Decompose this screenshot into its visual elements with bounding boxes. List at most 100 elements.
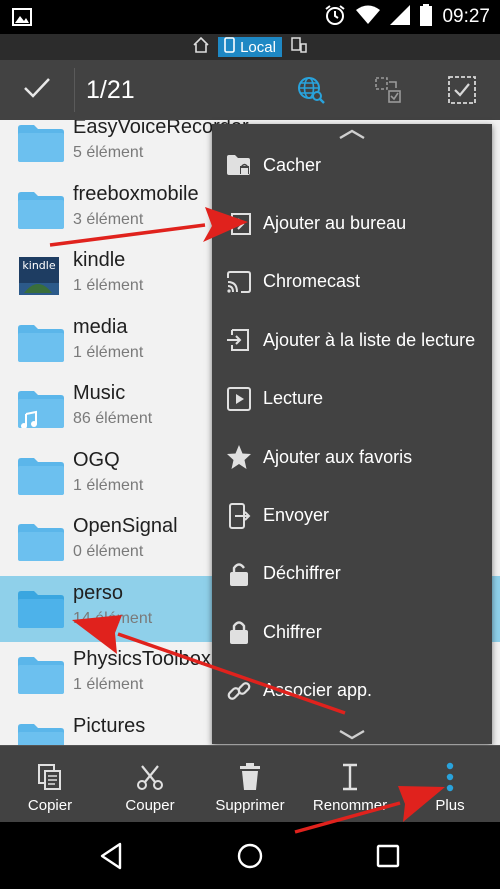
file-name: OpenSignal	[73, 515, 178, 537]
menu-item-associate-app[interactable]: Associer app.	[212, 662, 492, 720]
toolbar-label: Plus	[435, 797, 465, 814]
cast-icon	[226, 269, 252, 295]
folder-icon	[18, 189, 64, 229]
menu-item-label: Lecture	[263, 388, 324, 409]
image-icon	[12, 8, 32, 26]
location-bar: Local	[0, 34, 500, 60]
selection-count: 1/21	[86, 76, 135, 104]
file-count: 5 élément	[73, 144, 144, 161]
folder-icon	[18, 521, 64, 561]
file-count: 0 élément	[73, 543, 144, 560]
link-icon	[226, 678, 252, 704]
menu-item-chromecast[interactable]: Chromecast	[212, 253, 492, 311]
done-button[interactable]	[0, 60, 74, 120]
file-name: PhysicsToolbox	[73, 648, 211, 670]
home-button-icon[interactable]	[234, 840, 266, 872]
add-playlist-icon	[226, 327, 252, 353]
toolbar-label: Copier	[27, 797, 73, 814]
devices-icon[interactable]	[290, 36, 308, 58]
check-icon	[22, 76, 52, 104]
recents-icon[interactable]	[372, 840, 404, 872]
file-name: media	[73, 315, 128, 338]
send-icon	[226, 502, 252, 529]
action-bar-divider	[74, 68, 75, 112]
menu-item-add-to-desktop[interactable]: Ajouter au bureau	[212, 194, 492, 252]
file-count: 1 élément	[73, 277, 144, 294]
clock-time: 09:27	[442, 6, 490, 27]
add-to-desktop-icon	[226, 211, 252, 237]
folder-icon	[18, 122, 64, 162]
file-name: kindle	[73, 249, 126, 271]
menu-item-label: Ajouter aux favoris	[263, 446, 413, 467]
star-icon	[226, 444, 252, 470]
play-icon	[226, 386, 252, 412]
context-menu[interactable]: Cacher Ajouter au bureau Chromecast Ajou…	[212, 124, 492, 744]
lock-icon	[226, 619, 252, 645]
folder-icon	[18, 588, 64, 628]
location-label: Local	[240, 38, 276, 56]
menu-item-label: Ajouter au bureau	[263, 213, 407, 234]
back-icon[interactable]	[96, 840, 128, 872]
action-bar: 1/21	[0, 60, 500, 120]
select-all-icon[interactable]	[444, 72, 480, 108]
folder-icon	[18, 455, 64, 495]
menu-item-add-favorites[interactable]: Ajouter aux favoris	[212, 428, 492, 486]
folder-icon	[18, 322, 64, 362]
delete-button[interactable]: Supprimer	[208, 746, 292, 823]
alarm-icon	[324, 4, 346, 30]
file-name: freeboxmobile	[73, 182, 199, 205]
folder-icon	[18, 654, 64, 694]
music-folder-icon	[18, 388, 64, 429]
home-icon[interactable]	[192, 36, 210, 58]
menu-item-decrypt[interactable]: Déchiffrer	[212, 545, 492, 603]
hidden-folder-icon	[226, 152, 252, 178]
trash-icon	[236, 762, 264, 792]
more-vertical-icon	[436, 762, 464, 792]
wifi-icon	[356, 5, 381, 29]
location-local-chip[interactable]: Local	[218, 37, 282, 57]
network-search-icon[interactable]	[293, 72, 329, 108]
menu-item-label: Cacher	[263, 154, 322, 175]
rename-icon	[336, 762, 364, 792]
menu-item-send[interactable]: Envoyer	[212, 486, 492, 544]
file-name: Music	[73, 382, 126, 404]
file-name: Pictures	[73, 714, 146, 737]
phone-icon	[224, 37, 235, 57]
scissors-icon	[136, 762, 164, 792]
menu-item-play[interactable]: Lecture	[212, 370, 492, 428]
navigation-bar	[0, 822, 500, 889]
menu-item-add-to-playlist[interactable]: Ajouter à la liste de lecture	[212, 311, 492, 369]
file-name: perso	[73, 581, 124, 604]
file-count: 3 élément	[73, 210, 144, 228]
battery-icon	[420, 4, 433, 30]
status-bar: 09:27	[0, 0, 500, 34]
menu-item-encrypt[interactable]: Chiffrer	[212, 603, 492, 661]
rename-button[interactable]: Renommer	[306, 746, 394, 823]
kindle-folder-icon: kindle	[18, 255, 64, 295]
cut-button[interactable]: Couper	[114, 746, 186, 823]
menu-item-label: Envoyer	[263, 505, 330, 526]
toolbar-label: Supprimer	[215, 797, 285, 814]
file-name: OGQ	[73, 448, 120, 471]
svg-text:kindle: kindle	[22, 259, 55, 272]
menu-item-label: Ajouter à la liste de lecture	[263, 329, 476, 350]
folder-icon	[18, 721, 64, 745]
file-count: 14 élément	[73, 609, 153, 627]
menu-item-hide[interactable]: Cacher	[212, 136, 492, 194]
more-button[interactable]: Plus	[424, 746, 476, 823]
copy-icon	[36, 762, 64, 792]
unlock-icon	[226, 561, 252, 587]
file-count: 1 élément	[73, 676, 144, 693]
menu-item-label: Chiffrer	[263, 621, 322, 642]
chevron-down-icon[interactable]	[337, 727, 367, 741]
signal-icon	[390, 5, 411, 29]
toolbar-label: Renommer	[312, 797, 388, 814]
file-count: 86 élément	[73, 410, 153, 427]
menu-item-label: Déchiffrer	[263, 563, 341, 584]
file-count: 1 élément	[73, 343, 144, 361]
copy-button[interactable]: Copier	[18, 746, 82, 823]
file-count: 1 élément	[73, 476, 144, 494]
select-inverse-icon[interactable]	[370, 72, 406, 108]
menu-item-label: Associer app.	[263, 680, 373, 701]
menu-item-label: Chromecast	[263, 271, 361, 292]
